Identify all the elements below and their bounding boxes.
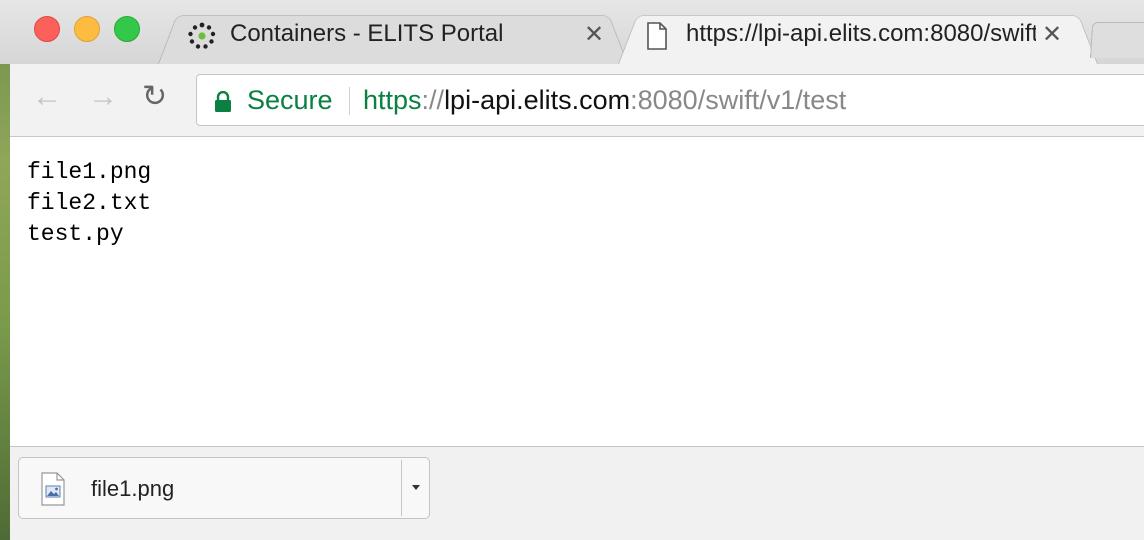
page-icon: [647, 22, 667, 50]
omnibox-divider: [349, 87, 350, 115]
list-item: test.py: [27, 221, 124, 247]
url-path: :8080/swift/v1/test: [630, 85, 847, 115]
url-separator: ://: [421, 85, 445, 115]
download-shelf: file1.png: [10, 446, 1144, 540]
reload-icon[interactable]: ↻: [142, 82, 167, 112]
url-text[interactable]: https://lpi-api.elits.com:8080/swift/v1/…: [363, 85, 846, 116]
window-maximize-button[interactable]: [114, 16, 140, 42]
toolbar: ← → ↻ Secure https://lpi-api.elits.com:8…: [10, 64, 1144, 137]
address-bar[interactable]: Secure https://lpi-api.elits.com:8080/sw…: [196, 74, 1144, 126]
window-minimize-button[interactable]: [74, 16, 100, 42]
tab-close-icon[interactable]: ✕: [584, 20, 604, 49]
download-item[interactable]: file1.png: [18, 457, 430, 519]
tab-current[interactable]: https://lpi-api.elits.com:8080/swift/v1/…: [618, 8, 1098, 64]
url-scheme: https: [363, 85, 422, 115]
list-item: file1.png: [27, 159, 152, 185]
new-tab-button[interactable]: [1090, 18, 1144, 59]
tab-close-icon[interactable]: ✕: [1042, 20, 1062, 49]
url-host: lpi-api.elits.com: [444, 85, 631, 115]
page-content: file1.png file2.txt test.py: [10, 137, 1144, 446]
file-list: file1.png file2.txt test.py: [27, 157, 151, 250]
list-item: file2.txt: [27, 190, 152, 216]
tab-containers[interactable]: Containers - ELITS Portal ✕: [158, 8, 628, 64]
tab-title: Containers - ELITS Portal: [230, 20, 504, 47]
loading-spinner-icon: [188, 22, 216, 49]
browser-window: Containers - ELITS Portal ✕ https://lpi-…: [0, 0, 1144, 540]
back-arrow-icon[interactable]: ←: [32, 82, 62, 112]
image-file-icon: [41, 472, 65, 506]
window-close-button[interactable]: [34, 16, 60, 42]
lock-icon[interactable]: [213, 91, 233, 113]
tab-strip: Containers - ELITS Portal ✕ https://lpi-…: [0, 0, 1144, 64]
secure-label[interactable]: Secure: [247, 85, 333, 116]
download-filename: file1.png: [91, 476, 175, 501]
forward-arrow-icon[interactable]: →: [88, 82, 118, 112]
chevron-down-icon[interactable]: [405, 472, 427, 502]
download-divider: [401, 460, 402, 516]
tab-title: https://lpi-api.elits.com:8080/swift/v1/…: [686, 20, 1036, 47]
